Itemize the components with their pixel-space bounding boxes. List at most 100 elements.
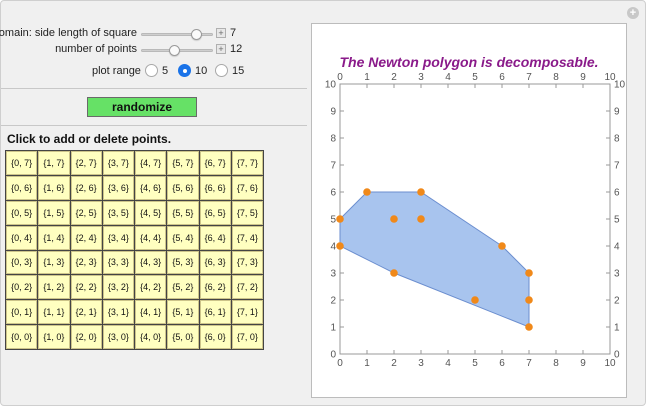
grid-cell[interactable]: {5, 4}: [167, 225, 199, 250]
grid-cell[interactable]: {5, 1}: [167, 300, 199, 325]
x-tick-label-top: 5: [472, 72, 478, 83]
grid-cell[interactable]: {4, 2}: [135, 275, 167, 300]
x-tick-label: 7: [526, 358, 532, 369]
grid-cell[interactable]: {5, 0}: [167, 325, 199, 349]
data-point: [525, 296, 533, 304]
grid-cell[interactable]: {1, 7}: [38, 151, 70, 175]
grid-cell[interactable]: {7, 2}: [231, 275, 263, 300]
plot-range-radio-10[interactable]: [178, 64, 191, 77]
grid-cell[interactable]: {6, 7}: [199, 151, 231, 175]
y-tick-label: 4: [330, 242, 336, 253]
grid-cell[interactable]: {4, 4}: [135, 225, 167, 250]
add-icon[interactable]: +: [627, 7, 639, 19]
grid-cell[interactable]: {5, 5}: [167, 200, 199, 225]
grid-cell[interactable]: {0, 1}: [6, 300, 38, 325]
grid-cell[interactable]: {3, 0}: [102, 325, 134, 349]
grid-cell[interactable]: {3, 4}: [102, 225, 134, 250]
point-grid: {0, 7} {1, 7} {2, 7} {3, 7} {4, 7} {5, 7} {6, …: [5, 150, 264, 350]
grid-cell[interactable]: {2, 3}: [70, 250, 102, 275]
grid-cell[interactable]: {1, 4}: [38, 225, 70, 250]
grid-cell[interactable]: {4, 6}: [135, 175, 167, 200]
data-point: [417, 215, 425, 223]
data-point: [525, 323, 533, 331]
grid-cell[interactable]: {3, 7}: [102, 151, 134, 175]
grid-cell[interactable]: {5, 6}: [167, 175, 199, 200]
grid-cell[interactable]: {3, 2}: [102, 275, 134, 300]
randomize-button[interactable]: randomize: [87, 97, 197, 117]
grid-cell[interactable]: {4, 5}: [135, 200, 167, 225]
x-tick-label-top: 8: [553, 72, 559, 83]
grid-cell[interactable]: {6, 2}: [199, 275, 231, 300]
grid-cell[interactable]: {4, 7}: [135, 151, 167, 175]
y-tick-label: 9: [330, 107, 336, 118]
num-points-plus-icon[interactable]: +: [216, 44, 226, 54]
grid-cell[interactable]: {2, 1}: [70, 300, 102, 325]
data-point: [498, 242, 506, 250]
y-tick-label-right: 8: [614, 134, 620, 145]
domain-slider-thumb[interactable]: [190, 29, 202, 40]
x-tick-label: 9: [580, 358, 586, 369]
grid-cell[interactable]: {7, 6}: [231, 175, 263, 200]
grid-cell[interactable]: {0, 5}: [6, 200, 38, 225]
num-points-slider-thumb[interactable]: [169, 45, 181, 56]
y-tick-label: 6: [330, 188, 336, 199]
grid-cell[interactable]: {4, 1}: [135, 300, 167, 325]
y-tick-label-right: 7: [614, 161, 620, 172]
grid-cell[interactable]: {5, 7}: [167, 151, 199, 175]
grid-cell[interactable]: {2, 4}: [70, 225, 102, 250]
grid-cell[interactable]: {7, 0}: [231, 325, 263, 349]
y-tick-label-right: 10: [614, 80, 626, 91]
grid-cell[interactable]: {1, 5}: [38, 200, 70, 225]
grid-cell[interactable]: {0, 7}: [6, 151, 38, 175]
grid-cell[interactable]: {2, 7}: [70, 151, 102, 175]
grid-cell[interactable]: {0, 3}: [6, 250, 38, 275]
grid-cell[interactable]: {0, 2}: [6, 275, 38, 300]
num-points-label: number of points: [55, 43, 137, 55]
grid-cell[interactable]: {1, 6}: [38, 175, 70, 200]
grid-cell[interactable]: {5, 3}: [167, 250, 199, 275]
grid-cell[interactable]: {6, 1}: [199, 300, 231, 325]
grid-cell[interactable]: {6, 0}: [199, 325, 231, 349]
x-tick-label: 6: [499, 358, 505, 369]
grid-cell[interactable]: {5, 2}: [167, 275, 199, 300]
grid-cell[interactable]: {7, 7}: [231, 151, 263, 175]
grid-cell[interactable]: {7, 3}: [231, 250, 263, 275]
grid-cell[interactable]: {0, 6}: [6, 175, 38, 200]
data-point: [471, 296, 479, 304]
grid-cell[interactable]: {1, 2}: [38, 275, 70, 300]
grid-cell[interactable]: {3, 5}: [102, 200, 134, 225]
grid-cell[interactable]: {6, 6}: [199, 175, 231, 200]
domain-plus-icon[interactable]: +: [216, 28, 226, 38]
grid-cell[interactable]: {6, 5}: [199, 200, 231, 225]
grid-cell[interactable]: {3, 1}: [102, 300, 134, 325]
grid-cell[interactable]: {4, 0}: [135, 325, 167, 349]
domain-slider[interactable]: [141, 29, 213, 40]
grid-cell[interactable]: {4, 3}: [135, 250, 167, 275]
plot-range-radio-15[interactable]: [215, 64, 228, 77]
grid-cell[interactable]: {3, 6}: [102, 175, 134, 200]
x-tick-label: 10: [604, 358, 616, 369]
grid-cell[interactable]: {7, 5}: [231, 200, 263, 225]
plot-range-label: plot range: [92, 65, 141, 77]
grid-cell[interactable]: {2, 0}: [70, 325, 102, 349]
grid-cell[interactable]: {1, 1}: [38, 300, 70, 325]
plot-range-radio-5[interactable]: [145, 64, 158, 77]
grid-cell[interactable]: {2, 2}: [70, 275, 102, 300]
data-point: [336, 215, 344, 223]
grid-cell[interactable]: {1, 0}: [38, 325, 70, 349]
grid-cell[interactable]: {2, 6}: [70, 175, 102, 200]
grid-cell[interactable]: {0, 0}: [6, 325, 38, 349]
grid-cell[interactable]: {0, 4}: [6, 225, 38, 250]
grid-cell[interactable]: {2, 5}: [70, 200, 102, 225]
x-tick-label: 0: [337, 358, 343, 369]
x-tick-label-top: 7: [526, 72, 532, 83]
grid-cell[interactable]: {3, 3}: [102, 250, 134, 275]
grid-cell[interactable]: {6, 3}: [199, 250, 231, 275]
num-points-slider[interactable]: [141, 45, 213, 56]
grid-cell[interactable]: {7, 4}: [231, 225, 263, 250]
app-window: + domain: side length of square + 7 numb…: [0, 0, 646, 406]
grid-cell[interactable]: {1, 3}: [38, 250, 70, 275]
grid-cell[interactable]: {6, 4}: [199, 225, 231, 250]
grid-cell[interactable]: {7, 1}: [231, 300, 263, 325]
x-tick-label-top: 6: [499, 72, 505, 83]
